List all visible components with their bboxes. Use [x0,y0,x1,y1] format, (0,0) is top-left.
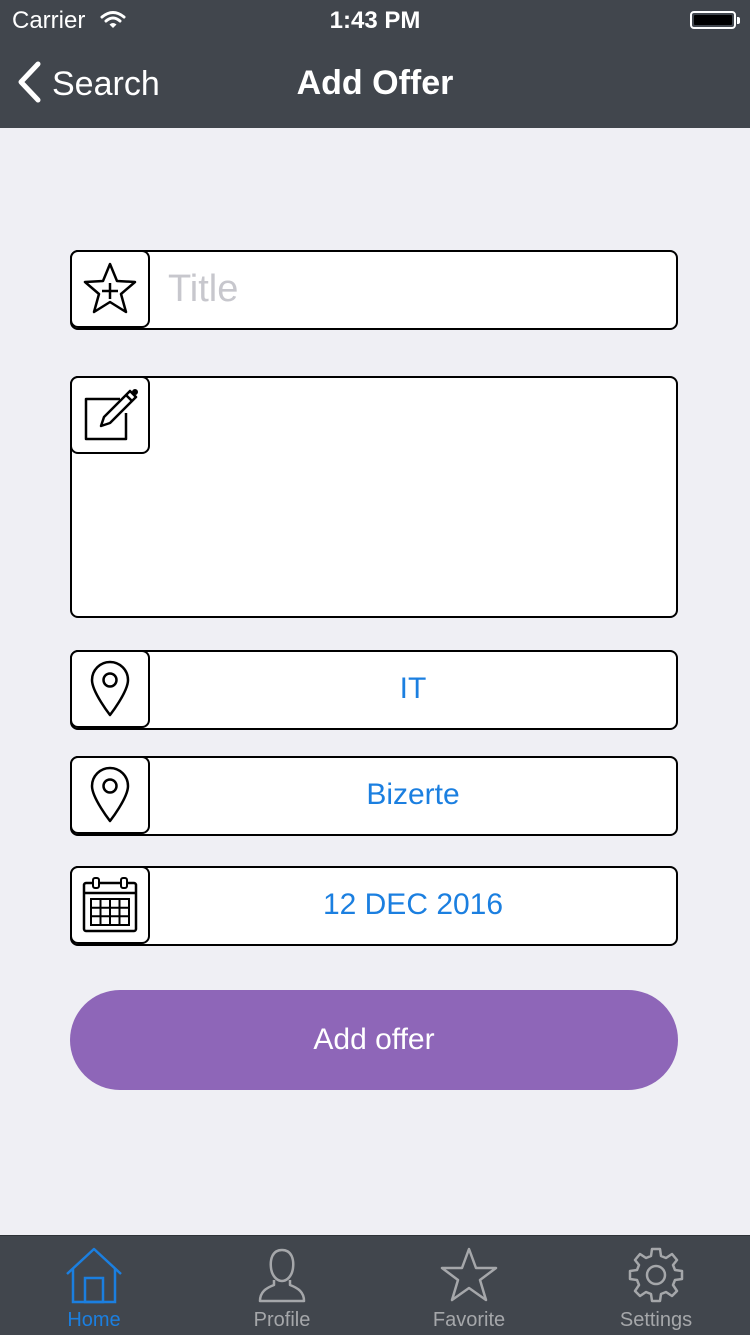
status-bar: Carrier 1:43 PM [0,0,750,40]
calendar-icon [70,866,150,944]
title-input[interactable] [168,252,658,326]
tab-bar: Home Profile Favorite Settings [0,1235,750,1335]
star-add-icon [70,250,150,328]
city-value: Bizerte [366,778,460,811]
date-field[interactable]: 12 DEC 2016 [70,866,678,946]
category-field[interactable]: IT [70,650,678,730]
title-field [70,250,678,330]
description-input[interactable] [168,392,664,598]
battery-icon [690,11,740,29]
tab-profile[interactable]: Profile [188,1236,376,1335]
location-pin-icon [70,650,150,728]
status-time: 1:43 PM [329,7,421,34]
edit-icon [70,376,150,454]
category-value: IT [399,672,427,705]
tab-settings[interactable]: Settings [562,1236,750,1335]
tab-label: Favorite [432,1309,506,1331]
location-pin-icon [70,756,150,834]
tab-label: Home [67,1309,121,1331]
tab-label: Profile [253,1309,311,1331]
city-field[interactable]: Bizerte [70,756,678,836]
date-value: 12 DEC 2016 [322,888,504,921]
description-field [70,376,678,618]
tab-label: Settings [619,1309,693,1331]
page-title: Add Offer [296,64,454,102]
navigation-bar: Carrier 1:43 PM Search Add Offer [0,0,750,128]
tab-favorite[interactable]: Favorite [375,1236,563,1335]
tab-home[interactable]: Home [0,1236,188,1335]
add-offer-button[interactable]: Add offer [70,990,678,1090]
